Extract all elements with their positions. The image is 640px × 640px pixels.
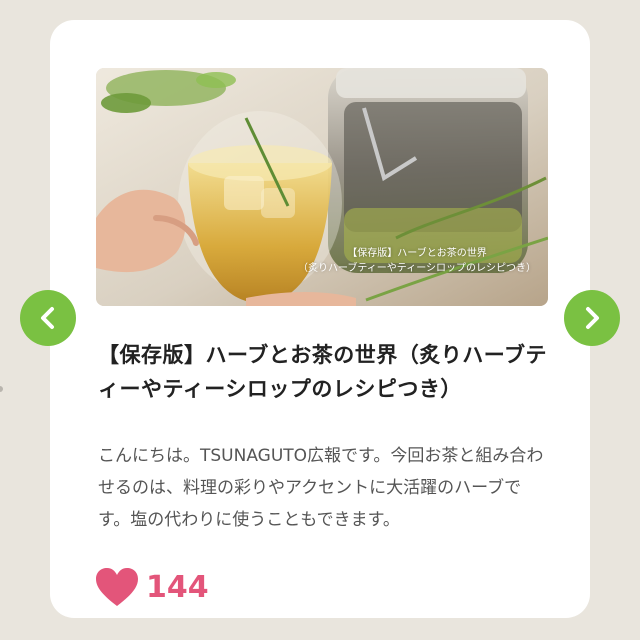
image-caption-line2: （炙りハーブティーやティーシロップのレシピつき） [298,263,536,274]
article-title[interactable]: 【保存版】ハーブとお茶の世界（炙りハーブティーやティーシロップのレシピつき） [98,338,550,406]
image-caption-line1: 【保存版】ハーブとお茶の世界 [347,248,487,259]
carousel-next-button[interactable] [564,290,620,346]
chevron-left-icon [41,307,54,329]
image-caption: 【保存版】ハーブとお茶の世界 （炙りハーブティーやティーシロップのレシピつき） [298,246,536,276]
article-card[interactable]: 【保存版】ハーブとお茶の世界 （炙りハーブティーやティーシロップのレシピつき） … [50,20,590,618]
side-indicator [0,386,3,392]
chevron-right-icon [586,307,599,329]
like-count: 144 [146,569,209,605]
article-thumbnail[interactable]: 【保存版】ハーブとお茶の世界 （炙りハーブティーやティーシロップのレシピつき） [96,68,548,306]
article-excerpt: こんにちは。TSUNAGUTO広報です。今回お茶と組み合わせるのは、料理の彩りや… [98,446,544,530]
page: 【保存版】ハーブとお茶の世界 （炙りハーブティーやティーシロップのレシピつき） … [0,0,640,640]
carousel-prev-button[interactable] [20,290,76,346]
heart-icon[interactable] [94,566,140,608]
like-counter[interactable]: 144 [94,562,209,612]
